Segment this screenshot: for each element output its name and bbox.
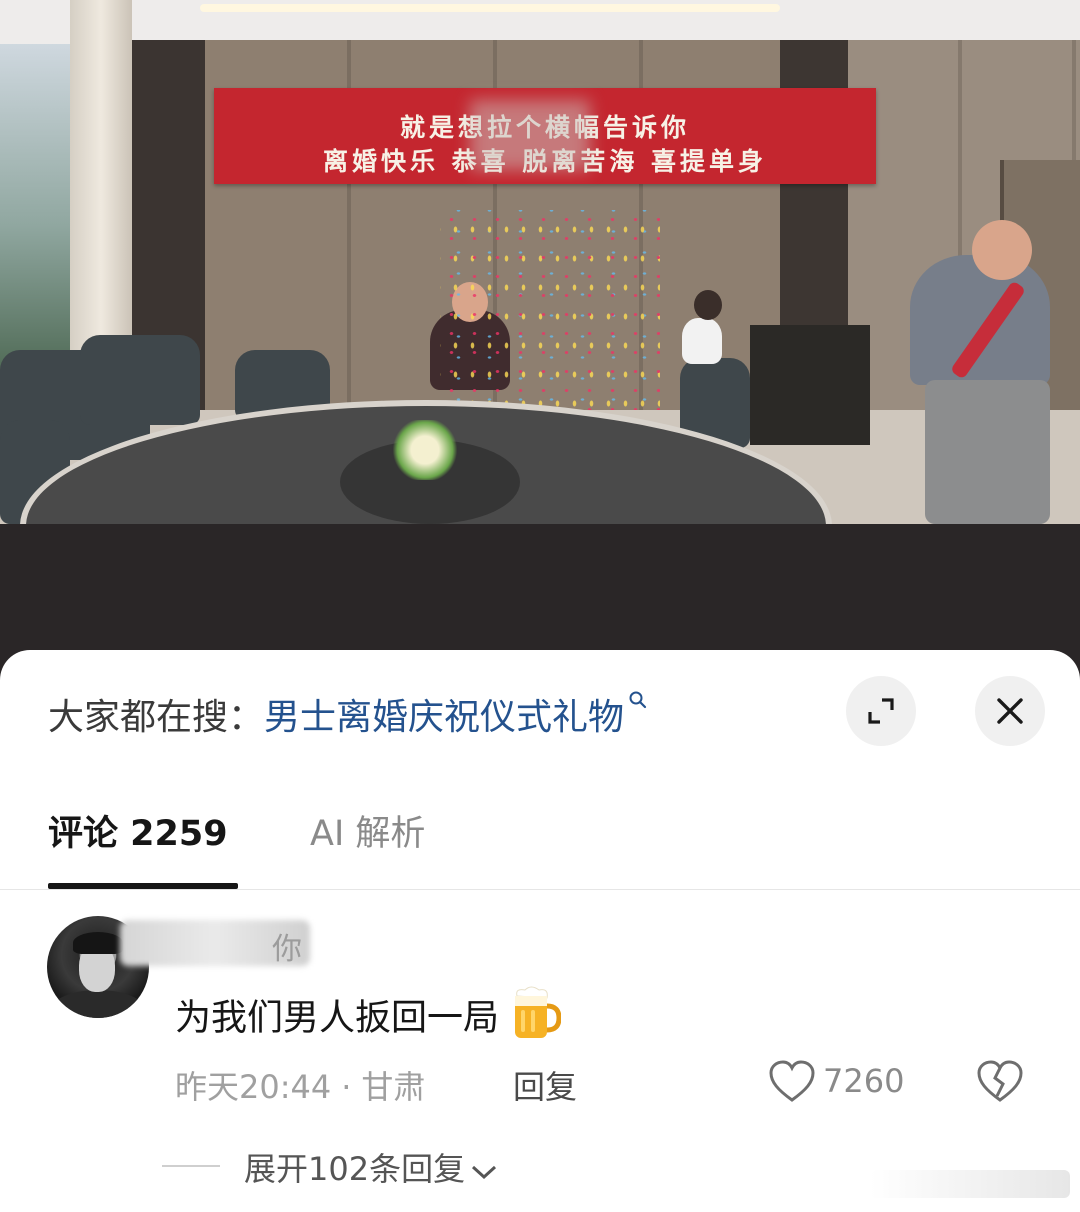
comment-time: 昨天20:44 <box>175 1068 332 1106</box>
comment-sheet: 大家都在搜：男士离婚庆祝仪式礼物 评论 2259 AI 解析 你 为我们男人扳回… <box>0 650 1080 1212</box>
broken-heart-icon[interactable] <box>976 1060 1024 1108</box>
head <box>972 220 1032 280</box>
search-icon <box>628 690 648 716</box>
watermark <box>870 1170 1070 1198</box>
flower-centerpiece <box>390 420 460 480</box>
comment-meta: 昨天20:44 · 甘肃 <box>175 1068 426 1106</box>
video-frame[interactable]: 就是想拉个横幅告诉你 离婚快乐 恭喜 脱离苦海 喜提单身 <box>0 0 1080 524</box>
confetti <box>440 210 660 410</box>
cabinet <box>750 325 870 445</box>
comment-text: 为我们男人扳回一局 <box>175 997 500 1039</box>
expand-divider <box>162 1165 220 1167</box>
expand-icon <box>868 698 894 724</box>
chair <box>80 335 200 425</box>
comment-body: 为我们男人扳回一局 <box>175 986 562 1053</box>
standing-man-legs <box>925 380 1050 524</box>
standing-man <box>910 255 1050 385</box>
heart-icon[interactable] <box>768 1060 816 1108</box>
head <box>694 290 722 320</box>
search-suggestion[interactable]: 大家都在搜：男士离婚庆祝仪式礼物 <box>48 688 648 738</box>
comment-username[interactable]: 你 <box>272 924 302 968</box>
reply-button[interactable]: 回复 <box>513 1062 577 1108</box>
expand-button[interactable] <box>846 676 916 746</box>
like-count: 7260 <box>823 1062 905 1100</box>
tab-ai-analysis[interactable]: AI 解析 <box>310 805 425 856</box>
divider <box>0 889 1080 890</box>
expand-replies-label: 展开102条回复 <box>244 1150 466 1188</box>
close-icon <box>997 698 1023 724</box>
blur-mask <box>470 100 590 170</box>
comment-location: 甘肃 <box>361 1068 426 1106</box>
beer-icon <box>505 986 562 1053</box>
video-background <box>0 524 1080 652</box>
search-query-link[interactable]: 男士离婚庆祝仪式礼物 <box>264 697 624 738</box>
window <box>0 44 74 374</box>
child <box>682 318 722 364</box>
search-prefix: 大家都在搜： <box>48 697 265 738</box>
chevron-down-icon <box>469 1152 499 1190</box>
expand-replies-button[interactable]: 展开102条回复 <box>244 1144 499 1190</box>
tab-comments[interactable]: 评论 2259 <box>48 805 228 856</box>
close-button[interactable] <box>975 676 1045 746</box>
ceiling-light <box>200 4 780 12</box>
